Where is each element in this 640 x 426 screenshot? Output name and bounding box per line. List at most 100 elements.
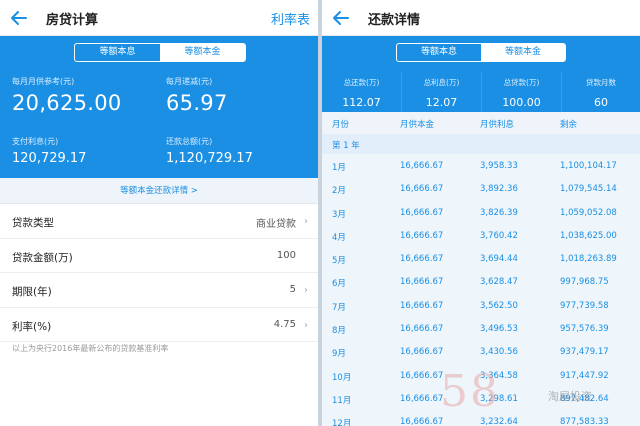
table-cell: 3,628.47 [480, 277, 518, 288]
summary-label: 总贷款(万) [503, 78, 540, 87]
tab-equal-installment[interactable]: 等额本息 [75, 44, 160, 61]
interest-rate-value: 4.75 [273, 318, 296, 330]
summary-label: 贷款月数 [586, 78, 616, 87]
table-row: 4月 16,666.67 3,760.42 1,038,625.00 [322, 223, 640, 248]
table-row: 8月 16,666.67 3,496.53 957,576.39 [322, 317, 640, 341]
method-switch: 等额本息 等额本金 [74, 43, 246, 62]
summary-card: 等额本息 等额本金 总还款(万) 112.07 总利息(万) 12.07 总贷款… [322, 36, 640, 112]
back-arrow-icon[interactable] [10, 9, 28, 27]
table-cell: 3,694.44 [480, 254, 518, 265]
interest-rate-row[interactable]: 利率(%) 4.75 › [0, 307, 318, 342]
table-cell: 16,666.67 [400, 277, 444, 288]
table-cell: 3,760.42 [480, 230, 518, 241]
table-cell: 1,100,104.17 [560, 161, 617, 171]
summary-loan-months: 贷款月数 60 [562, 72, 640, 112]
summary-value: 60 [594, 96, 608, 109]
table-cell: 1,079,545.14 [560, 184, 617, 195]
table-cell: 16,666.67 [400, 347, 444, 358]
repayment-detail-link[interactable]: 等额本金还款详情 > [0, 178, 318, 204]
table-cell: 3,232.64 [480, 417, 518, 426]
summary-value: 12.07 [425, 96, 458, 109]
table-cell: 16,666.67 [400, 230, 444, 241]
detail-header: 还款详情 [322, 0, 640, 36]
table-cell: 3,826.39 [480, 207, 518, 218]
table-cell: 3月 [332, 209, 346, 220]
table-cell: 16,666.67 [400, 324, 444, 335]
summary-total-repayment: 总还款(万) 112.07 [322, 72, 402, 112]
summary-total-loan: 总贷款(万) 100.00 [482, 72, 562, 112]
table-cell: 1,038,625.00 [560, 230, 617, 241]
tab-equal-installment[interactable]: 等额本息 [397, 44, 481, 61]
total-repayment-label: 还款总额(元) [166, 137, 213, 146]
loan-term-row[interactable]: 期限(年) 5 › [0, 273, 318, 308]
monthly-payment-value: 20,625.00 [12, 91, 122, 115]
table-cell: 3,496.53 [480, 324, 518, 335]
year-group-header[interactable]: 第 1 年 [322, 134, 640, 154]
result-card: 等额本息 等额本金 每月月供参考(元) 20,625.00 每月递减(元) 65… [0, 36, 318, 178]
table-cell: 16,666.67 [400, 300, 444, 311]
monthly-decrease-value: 65.97 [166, 91, 228, 115]
summary-value: 100.00 [502, 96, 541, 109]
interest-paid-label: 支付利息(元) [12, 137, 59, 146]
calculator-panel: 房贷计算 利率表 等额本息 等额本金 每月月供参考(元) 20,625.00 每… [0, 0, 318, 426]
table-cell: 5月 [332, 256, 346, 267]
method-switch: 等额本息 等额本金 [396, 43, 566, 62]
page-title: 还款详情 [368, 13, 421, 28]
monthly-payment-label: 每月月供参考(元) [12, 77, 75, 86]
table-row: 7月 16,666.67 3,562.50 977,739.58 [322, 293, 640, 318]
table-cell: 1,059,052.08 [560, 207, 617, 218]
chevron-right-icon: › [304, 285, 308, 296]
table-cell: 997,968.75 [560, 277, 609, 288]
total-repayment-value: 1,120,729.17 [166, 151, 253, 166]
interest-paid-value: 120,729.17 [12, 151, 87, 166]
page-title: 房贷计算 [46, 13, 99, 28]
table-cell: 11月 [332, 395, 352, 406]
table-cell: 16,666.67 [400, 254, 444, 265]
rate-note: 以上为央行2016年最新公布的贷款基准利率 [12, 344, 169, 353]
loan-type-value: 商业贷款 [256, 219, 296, 230]
table-row: 6月 16,666.67 3,628.47 997,968.75 [322, 270, 640, 294]
watermark-logo: 58 [440, 366, 500, 417]
interest-rate-label: 利率(%) [12, 320, 52, 333]
table-row: 5月 16,666.67 3,694.44 1,018,263.89 [322, 247, 640, 271]
table-row: 9月 16,666.67 3,430.56 937,479.17 [322, 340, 640, 364]
table-cell: 3,430.56 [480, 347, 518, 358]
loan-amount-row[interactable]: 贷款金额(万) 100 [0, 238, 318, 273]
table-cell: 3,892.36 [480, 184, 518, 195]
tab-equal-principal[interactable]: 等额本金 [481, 44, 565, 61]
table-cell: 16,666.67 [400, 417, 444, 426]
watermark-text: 淘屋投资 [548, 390, 592, 403]
table-row: 2月 16,666.67 3,892.36 1,079,545.14 [322, 177, 640, 201]
loan-term-value: 5 [289, 284, 296, 295]
table-cell: 917,447.92 [560, 370, 609, 381]
table-cell: 16,666.67 [400, 370, 444, 381]
column-interest: 月供利息 [480, 120, 515, 130]
table-cell: 12月 [332, 419, 352, 426]
summary-label: 总还款(万) [343, 78, 380, 87]
column-remaining: 剩余 [560, 120, 578, 130]
table-cell: 957,576.39 [560, 324, 609, 335]
monthly-decrease-label: 每月递减(元) [166, 77, 213, 86]
table-cell: 16,666.67 [400, 393, 444, 404]
table-cell: 16,666.67 [400, 207, 444, 218]
loan-type-row[interactable]: 贷款类型 商业贷款 › [0, 204, 318, 239]
rate-table-button[interactable]: 利率表 [271, 9, 310, 28]
schedule-header: 月份 月供本金 月供利息 剩余 [322, 112, 640, 134]
loan-amount-label: 贷款金额(万) [12, 251, 73, 264]
table-row: 1月 16,666.67 3,958.33 1,100,104.17 [322, 154, 640, 178]
back-arrow-icon[interactable] [332, 9, 350, 27]
chevron-right-icon: › [304, 216, 308, 227]
tab-equal-principal[interactable]: 等额本金 [160, 44, 245, 61]
table-cell: 6月 [332, 279, 346, 290]
table-cell: 1月 [332, 163, 346, 173]
year-label: 第 1 年 [332, 141, 360, 151]
loan-term-label: 期限(年) [12, 286, 52, 298]
table-cell: 4月 [332, 232, 346, 243]
table-cell: 977,739.58 [560, 300, 609, 311]
table-cell: 9月 [332, 349, 346, 360]
table-cell: 877,583.33 [560, 417, 609, 426]
summary-label: 总利息(万) [423, 78, 460, 87]
table-cell: 1,018,263.89 [560, 254, 617, 265]
table-cell: 3,958.33 [480, 161, 518, 171]
loan-amount-value[interactable]: 100 [277, 250, 296, 261]
